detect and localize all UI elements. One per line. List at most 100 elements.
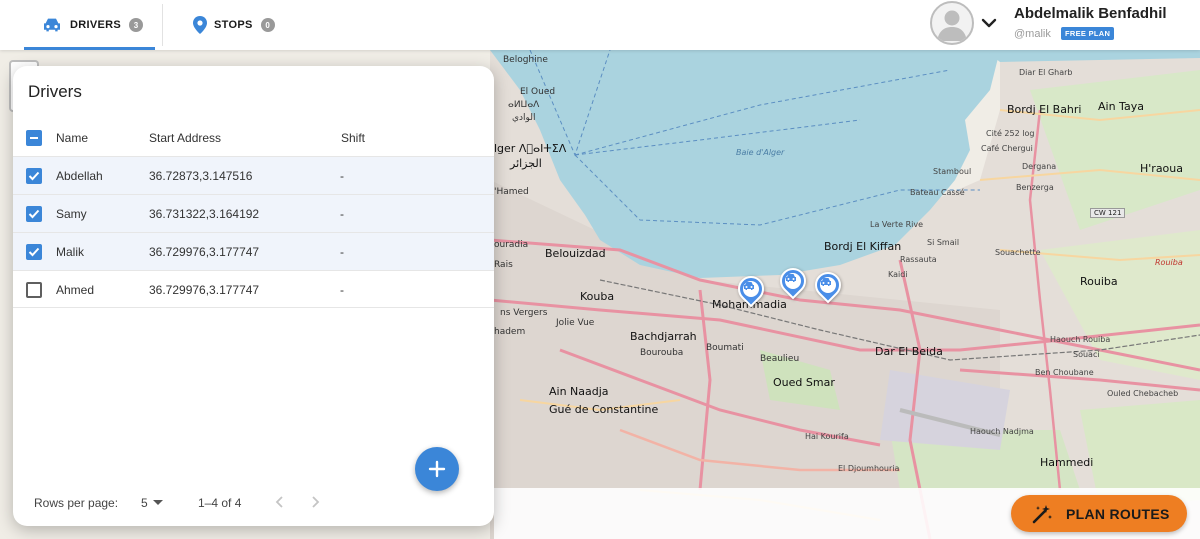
- top-bar: DRIVERS 3 STOPS 0 Abdelmalik Benfadhil @…: [0, 0, 1200, 50]
- chevron-right-icon: [312, 496, 320, 508]
- map-label: Hammedi: [1040, 456, 1094, 469]
- location-pin-icon: [193, 16, 207, 34]
- map-label: ns Vergers: [500, 308, 548, 318]
- user-handle: @malik: [1014, 28, 1051, 40]
- next-page-button[interactable]: [306, 493, 324, 511]
- car-icon: [42, 17, 62, 33]
- driver-shift: -: [340, 207, 344, 221]
- row-checkbox[interactable]: [26, 168, 42, 184]
- map-label: Dar El Beida: [875, 345, 943, 358]
- driver-location-pin[interactable]: [774, 262, 812, 302]
- map-label: الوادي: [512, 113, 536, 123]
- column-header-address[interactable]: Start Address: [149, 131, 221, 145]
- chevron-left-icon: [275, 496, 283, 508]
- map-label: Boumati: [706, 343, 744, 353]
- map-label: Oued Smar: [773, 376, 835, 389]
- tab-count-badge: 0: [260, 18, 275, 32]
- map-label: Kaidi: [888, 270, 908, 279]
- table-row[interactable]: Malik 36.729976,3.177747 -: [13, 232, 494, 270]
- row-checkbox[interactable]: [26, 282, 42, 298]
- tab-divider: [162, 4, 163, 46]
- map-label: H'raoua: [1140, 162, 1184, 175]
- map-label: 'Hamed: [494, 187, 529, 197]
- map-label: Souachette: [995, 248, 1041, 257]
- user-name: Abdelmalik Benfadhil: [1014, 5, 1167, 22]
- map-label: Benzerga: [1016, 183, 1054, 192]
- caret-down-icon: [153, 500, 163, 505]
- map-label: Café Chergui: [981, 144, 1033, 153]
- pagination: Rows per page: 5 1–4 of 4: [13, 490, 494, 514]
- panel-title: Drivers: [28, 82, 82, 101]
- map-label: Bourouba: [640, 348, 684, 358]
- map-label: Hai Kourifa: [805, 432, 849, 441]
- table-row[interactable]: Samy 36.731322,3.164192 -: [13, 194, 494, 232]
- magic-wand-icon: [1031, 503, 1053, 525]
- page-range: 1–4 of 4: [198, 496, 242, 510]
- driver-location-pin[interactable]: [809, 266, 847, 306]
- map-label: Rassauta: [900, 255, 937, 264]
- plan-badge: FREE PLAN: [1061, 27, 1115, 40]
- driver-start-address: 36.729976,3.177747: [149, 283, 260, 297]
- tab-label: STOPS: [214, 19, 253, 31]
- map-label: ouradia: [494, 240, 529, 250]
- map-label: Beaulieu: [760, 354, 800, 364]
- driver-start-address: 36.72873,3.147516: [149, 169, 253, 183]
- rows-per-page-select[interactable]: 5: [141, 494, 169, 510]
- table-row[interactable]: Ahmed 36.729976,3.177747 -: [13, 270, 494, 308]
- drivers-panel: Drivers Name Start Address Shift Abdella…: [13, 66, 494, 526]
- map-label: Cité 252 log: [986, 129, 1035, 138]
- user-profile: Abdelmalik Benfadhil @malik FREE PLAN: [920, 0, 1200, 50]
- map-label: Bachdjarrah: [630, 330, 697, 343]
- map-label: Si Smail: [927, 238, 960, 247]
- driver-shift: -: [340, 283, 344, 297]
- car-icon: [785, 273, 801, 289]
- column-header-name[interactable]: Name: [56, 131, 88, 145]
- map-label: Rouiba: [1080, 275, 1118, 288]
- driver-shift: -: [340, 245, 344, 259]
- map-label: Ain Naadja: [549, 385, 609, 398]
- chevron-down-icon[interactable]: [980, 14, 998, 32]
- plan-routes-label: PLAN ROUTES: [1066, 506, 1170, 522]
- driver-name: Samy: [56, 207, 87, 221]
- road-shield: CW 121: [1090, 208, 1126, 218]
- add-driver-button[interactable]: [415, 447, 459, 491]
- tab-label: DRIVERS: [70, 19, 121, 31]
- table-row[interactable]: Abdellah 36.72873,3.147516 -: [13, 156, 494, 194]
- map-label: Baie d'Alger: [736, 148, 785, 157]
- map-label: Haouch Nadjma: [970, 427, 1034, 436]
- plan-routes-button[interactable]: PLAN ROUTES: [1011, 495, 1187, 532]
- tab-count-badge: 3: [129, 18, 143, 32]
- map-label: ⴰⵍⵡⴰⴷ: [508, 100, 540, 110]
- rows-per-page-value: 5: [141, 496, 148, 510]
- driver-name: Abdellah: [56, 169, 103, 183]
- map-label: Rouiba: [1155, 258, 1183, 267]
- driver-start-address: 36.729976,3.177747: [149, 245, 260, 259]
- map-label: El Oued: [520, 87, 556, 97]
- tab-stops[interactable]: STOPS 0: [193, 0, 275, 50]
- tab-drivers[interactable]: DRIVERS 3: [24, 0, 155, 50]
- driver-name: Ahmed: [56, 283, 95, 297]
- car-icon: [820, 277, 836, 293]
- map-label: Ain Taya: [1098, 100, 1144, 113]
- map-label: Ben Choubane: [1035, 368, 1094, 377]
- map-label: Souaci: [1073, 350, 1100, 359]
- column-header-shift[interactable]: Shift: [341, 131, 365, 145]
- row-checkbox[interactable]: [26, 206, 42, 222]
- map-label: Dergana: [1022, 162, 1057, 171]
- avatar[interactable]: [930, 1, 974, 45]
- map-label: Gué de Constantine: [549, 403, 659, 416]
- car-icon: [743, 281, 759, 297]
- map-label: Beloghine: [503, 55, 548, 65]
- map-label: Bateau Cassé: [910, 188, 965, 197]
- row-checkbox[interactable]: [26, 244, 42, 260]
- driver-location-pin[interactable]: [732, 270, 770, 310]
- rows-per-page-label: Rows per page:: [34, 496, 119, 510]
- previous-page-button[interactable]: [271, 493, 289, 511]
- map-label: Diar El Gharb: [1019, 68, 1073, 77]
- select-all-checkbox[interactable]: [26, 130, 42, 146]
- map-label: Ouled Chebacheb: [1107, 389, 1179, 398]
- map-label: Bordj El Bahri: [1007, 103, 1082, 116]
- map-label: Haouch Rouiba: [1050, 335, 1111, 344]
- map-label: lger ⴷ⵿ⴰⵏⵜⵉⴷ: [494, 142, 567, 155]
- map-label: Rais: [494, 260, 513, 270]
